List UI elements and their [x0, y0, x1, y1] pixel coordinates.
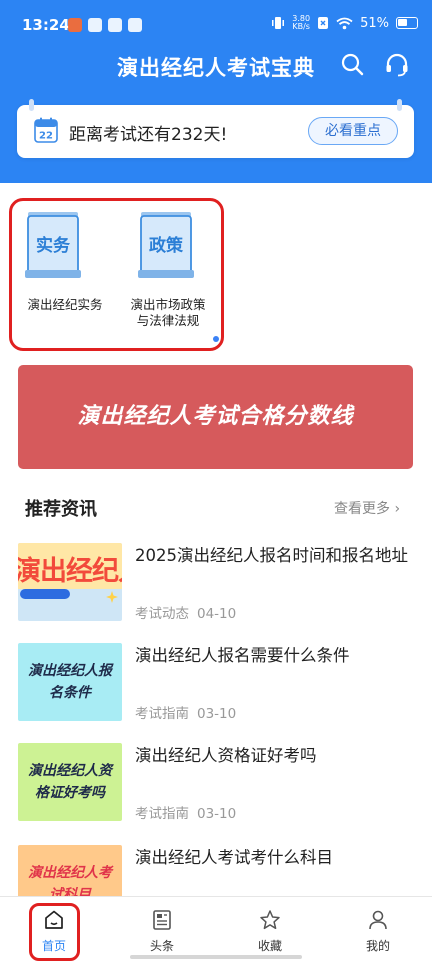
tab-label: 收藏 — [257, 939, 282, 953]
tab-favorites[interactable]: 收藏 — [216, 897, 324, 964]
pass-score-banner[interactable]: 演出经纪人考试合格分数线 — [18, 365, 413, 469]
news-date: 03-10 — [197, 706, 237, 722]
tab-headlines[interactable]: 头条 — [108, 897, 216, 964]
calendar-day: 22 — [39, 131, 53, 142]
news-meta: 考试动态 04-10 — [135, 602, 236, 622]
book-label: 实务 — [36, 235, 71, 256]
tab-profile[interactable]: 我的 — [324, 897, 432, 964]
user-icon — [369, 910, 387, 930]
news-item[interactable]: 演出经纪人报名条件 演出经纪人报名需要什么条件 考试指南 03-10 — [18, 643, 418, 723]
news-title: 演出经纪人考试考什么科目 — [135, 848, 333, 867]
news-category: 考试动态 — [135, 606, 189, 622]
home-tab-highlight — [29, 903, 80, 961]
home-indicator[interactable] — [130, 955, 302, 959]
news-thumbnail: 演出经纪人报名条件 — [18, 643, 122, 721]
news-thumbnail: 演出经纪人 — [18, 543, 122, 621]
page-indicator-dot — [213, 336, 219, 342]
news-date: 04-10 — [197, 606, 237, 622]
news-thumbnail: 演出经纪人考试科目 — [18, 845, 122, 896]
app-header: 13:24 3.80 KB/s 51% 演出经纪人考试宝典 22 距离考试还有2… — [0, 0, 432, 183]
news-title: 2025演出经纪人报名时间和报名地址 — [135, 546, 408, 565]
thumb-text: 演出经纪人资格证好考吗 — [28, 763, 112, 801]
search-icon[interactable] — [340, 52, 364, 76]
thumb-pill — [20, 589, 70, 599]
book-icon: 实务 — [25, 212, 81, 278]
network-speed: 3.80 KB/s — [292, 15, 310, 31]
tab-label: 我的 — [365, 939, 390, 953]
star-icon — [260, 910, 280, 930]
net-speed-unit: KB/s — [292, 22, 310, 31]
calendar-icon: 22 — [34, 117, 58, 143]
thumb-text: 演出经纪人 — [18, 556, 122, 587]
status-right: 3.80 KB/s 51% — [271, 15, 418, 31]
news-title: 演出经纪人资格证好考吗 — [135, 746, 317, 765]
status-time: 13:24 — [22, 16, 70, 34]
mail-icon — [88, 18, 102, 32]
category-label-line: 演出市场政策 — [130, 297, 206, 312]
news-icon — [153, 910, 171, 930]
sim-icon — [318, 17, 329, 29]
category-label: 演出经纪实务 — [27, 297, 103, 312]
exam-countdown-card: 22 距离考试还有232天! 必看重点 — [17, 99, 414, 158]
news-item[interactable]: 演出经纪人 2025演出经纪人报名时间和报名地址 考试动态 04-10 — [18, 543, 418, 623]
headset-icon[interactable] — [384, 52, 410, 78]
battery-percent: 51% — [360, 15, 389, 31]
vibrate-icon — [272, 17, 285, 29]
news-title: 演出经纪人报名需要什么条件 — [135, 646, 350, 665]
message-icon — [108, 18, 122, 32]
news-thumbnail: 演出经纪人资格证好考吗 — [18, 743, 122, 821]
wifi-icon — [336, 17, 353, 29]
countdown-text: 距离考试还有232天! — [69, 125, 228, 145]
section-title: 推荐资讯 — [25, 499, 97, 520]
sparkle-icon — [106, 591, 118, 603]
thumb-text: 演出经纪人考试科目 — [28, 865, 112, 896]
status-bar: 13:24 3.80 KB/s 51% — [0, 0, 432, 48]
category-section: 实务 演出经纪实务 政策 演出市场政策 与法律法规 — [9, 198, 224, 351]
book-icon: 政策 — [138, 212, 194, 278]
book-label: 政策 — [149, 235, 184, 256]
category-label: 演出市场政策 与法律法规 — [113, 297, 223, 329]
card-pin — [29, 99, 34, 111]
tab-label: 头条 — [149, 939, 174, 953]
news-category: 考试指南 — [135, 806, 189, 822]
notification-icons — [68, 18, 142, 32]
key-points-button[interactable]: 必看重点 — [308, 117, 398, 145]
category-label-line: 与法律法规 — [136, 313, 200, 328]
news-category: 考试指南 — [135, 706, 189, 722]
thumb-text: 演出经纪人报名条件 — [28, 663, 112, 701]
card-pin — [397, 99, 402, 111]
view-more-link[interactable]: 查看更多 › — [334, 498, 400, 518]
news-meta: 考试指南 03-10 — [135, 802, 236, 822]
news-item[interactable]: 演出经纪人考试科目 演出经纪人考试考什么科目 — [18, 845, 418, 896]
news-item[interactable]: 演出经纪人资格证好考吗 演出经纪人资格证好考吗 考试指南 03-10 — [18, 743, 418, 823]
battery-icon — [396, 17, 418, 29]
news-date: 03-10 — [197, 806, 237, 822]
app-notification-icon — [68, 18, 82, 32]
page-title: 演出经纪人考试宝典 — [117, 56, 315, 80]
news-meta: 考试指南 03-10 — [135, 702, 236, 722]
link-icon — [128, 18, 142, 32]
